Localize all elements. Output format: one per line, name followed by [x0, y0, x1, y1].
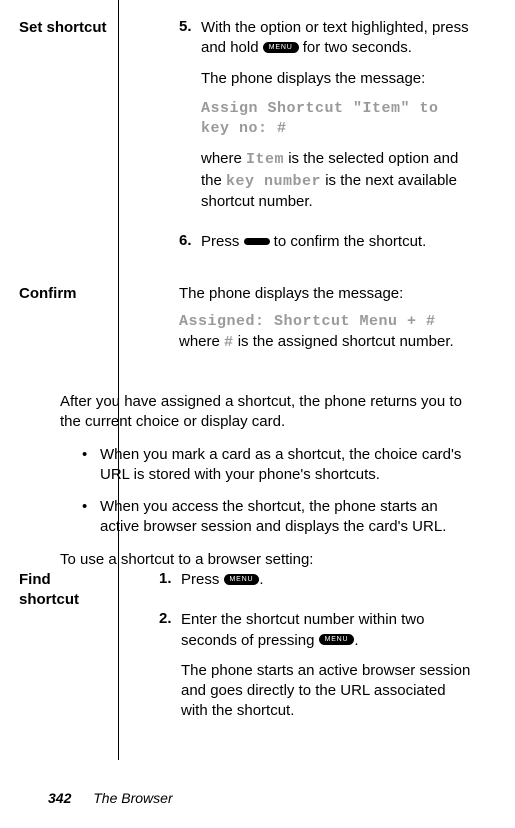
bullet-icon: •	[82, 497, 100, 538]
menu-key-icon: MENU	[224, 574, 260, 585]
step-5-msg-intro: The phone displays the message:	[201, 69, 475, 89]
chapter-title: The Browser	[93, 790, 172, 806]
step-number: 2.	[159, 610, 181, 731]
page-number: 342	[48, 790, 71, 806]
confirm-label: Confirm	[19, 284, 109, 304]
page-footer: 342 The Browser	[48, 790, 173, 806]
step-number: 6.	[179, 232, 201, 262]
confirm-hash-code: #	[224, 334, 234, 351]
menu-key-icon: MENU	[319, 634, 355, 645]
where-key-code: key number	[226, 173, 321, 190]
to-use-paragraph: To use a shortcut to a browser setting:	[60, 550, 475, 570]
where-text-a: where	[201, 150, 246, 167]
dash-key-icon	[244, 238, 270, 245]
where-item-code: Item	[246, 151, 284, 168]
bullet-item: • When you access the shortcut, the phon…	[60, 497, 475, 538]
assigned-code: Assigned: Shortcut Menu + #	[179, 313, 436, 330]
find-step1-a: Press	[181, 571, 224, 588]
bullet-text: When you access the shortcut, the phone …	[100, 497, 475, 538]
find-step-2-body: Enter the shortcut number within two sec…	[181, 610, 475, 731]
step-5-body: With the option or text highlighted, pre…	[201, 18, 475, 222]
confirm-msg-intro: The phone displays the message:	[179, 284, 475, 304]
find-step-1-body: Press MENU.	[181, 570, 475, 600]
set-shortcut-label: Set shortcut	[19, 18, 109, 38]
confirm-where-b: is the assigned shortcut number.	[234, 333, 454, 350]
confirm-where-a: where	[179, 333, 224, 350]
bullet-text: When you mark a card as a shortcut, the …	[100, 445, 475, 486]
find-shortcut-label: Find shortcut	[19, 570, 109, 609]
step-number: 5.	[179, 18, 201, 222]
find-step2-result: The phone starts an active browser sessi…	[181, 661, 475, 722]
step-6-text-a: Press	[201, 233, 244, 250]
menu-key-icon: MENU	[263, 42, 299, 53]
find-step2-a: Enter the shortcut number within two sec…	[181, 611, 424, 648]
bullet-item: • When you mark a card as a shortcut, th…	[60, 445, 475, 486]
assign-shortcut-code: Assign Shortcut "Item" to key no: #	[201, 99, 475, 140]
step-6-body: Press to confirm the shortcut.	[201, 232, 475, 262]
after-paragraph: After you have assigned a shortcut, the …	[60, 392, 475, 433]
find-step2-b: .	[354, 632, 358, 649]
step-5-text-b: for two seconds.	[299, 39, 412, 56]
step-number: 1.	[159, 570, 181, 600]
bullet-icon: •	[82, 445, 100, 486]
step-6-text-b: to confirm the shortcut.	[270, 233, 427, 250]
find-step1-b: .	[259, 571, 263, 588]
